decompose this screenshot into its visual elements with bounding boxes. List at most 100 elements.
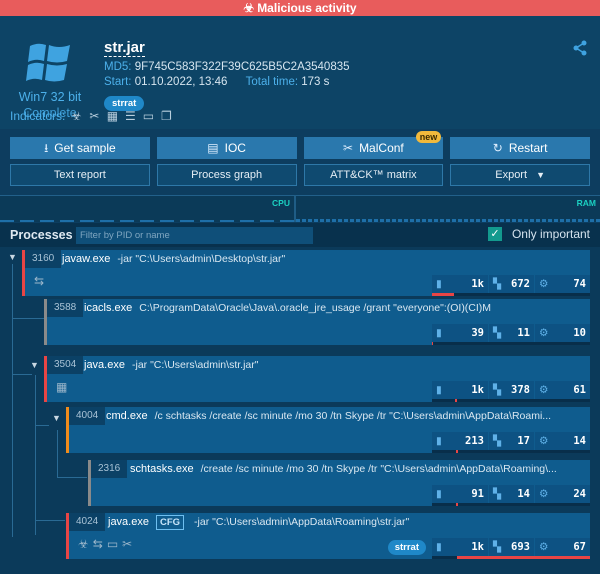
process-filter-input[interactable] <box>76 226 313 244</box>
process-indicators: ▦ <box>56 380 67 394</box>
cfg-badge[interactable]: CFG <box>155 515 185 530</box>
tree-connector <box>35 520 65 521</box>
process-args: -jar "C:\Users\admin\AppData\Roaming\str… <box>194 516 410 528</box>
meter-fill <box>432 342 433 345</box>
windows-stack-icon[interactable]: ❐ <box>159 109 173 123</box>
gears-icon: ⚙ <box>539 435 549 447</box>
checkbox-checked-icon[interactable]: ✓ <box>487 227 502 241</box>
get-sample-button[interactable]: ⭳ Get sample <box>10 137 150 159</box>
modules-count: 14 <box>573 435 586 447</box>
modules-stat[interactable]: ⚙ 14 <box>535 432 590 450</box>
file-icon: ▮ <box>436 435 442 447</box>
file-icon: ▮ <box>436 327 442 339</box>
expand-caret-icon[interactable]: ▼ <box>8 252 17 262</box>
malware-tag[interactable]: strrat <box>387 540 426 555</box>
restart-label: Restart <box>508 141 548 155</box>
list-box-icon: ▤ <box>207 141 219 155</box>
registry-stat[interactable]: ▚ 11 <box>489 324 534 342</box>
only-important-toggle[interactable]: ✓ Only important <box>487 227 590 241</box>
export-button[interactable]: Export ▼ <box>450 164 590 186</box>
fire-list-icon[interactable]: ☰ <box>123 109 137 123</box>
activity-meter <box>432 399 590 402</box>
ioc-button[interactable]: ▤ IOC <box>156 137 297 159</box>
process-row[interactable]: 2316 schtasks.exe/create /sc minute /mo … <box>88 460 590 506</box>
gears-icon: ⚙ <box>539 541 549 553</box>
files-count: 39 <box>471 327 484 339</box>
modules-stat[interactable]: ⚙ 24 <box>535 485 590 503</box>
files-stat[interactable]: ▮ 91 <box>432 485 488 503</box>
expand-caret-icon[interactable]: ▼ <box>30 360 39 370</box>
network-grid-icon[interactable]: ▦ <box>105 109 119 123</box>
attck-matrix-button[interactable]: ATT&CK™ matrix <box>303 164 444 186</box>
process-pid: 3160 <box>25 250 62 268</box>
process-args: /c schtasks /create /sc minute /mo 30 /t… <box>154 410 552 422</box>
process-row[interactable]: 3504 java.exe -jar "C:\Users\admin\str.ja… <box>44 356 590 402</box>
process-name: java.exe <box>108 516 149 528</box>
process-pid: 4004 <box>69 407 106 425</box>
files-stat[interactable]: ▮ 1k <box>432 538 488 556</box>
files-count: 91 <box>471 488 484 500</box>
process-name: java.exe <box>84 359 125 371</box>
process-name: schtasks.exe <box>130 463 194 475</box>
expand-caret-icon[interactable]: ▼ <box>52 413 61 423</box>
registry-stat[interactable]: ▚ 693 <box>489 538 534 556</box>
process-row[interactable]: 3160 javaw.exe -jar "C:\Users\admin\Deskt… <box>22 250 590 296</box>
registry-stat[interactable]: ▚ 14 <box>489 485 534 503</box>
start-label: Start: <box>104 76 132 88</box>
biohazard-icon[interactable]: ☣ <box>78 537 89 551</box>
files-stat[interactable]: ▮ 1k <box>432 275 488 293</box>
process-name: cmd.exe <box>106 410 148 422</box>
indicators-row: Indicators: ☣ ✂ ▦ ☰ ▭ ❐ <box>10 109 173 123</box>
process-row[interactable]: 3588 icacls.exe C:\ProgramData\Oracle\Jav… <box>44 299 590 345</box>
exe-drop-icon[interactable]: ▭ <box>107 537 118 551</box>
gears-icon: ⚙ <box>539 384 549 396</box>
chevron-down-icon: ▼ <box>536 170 546 180</box>
meter-fill <box>455 399 457 402</box>
modules-stat[interactable]: ⚙ 74 <box>535 275 590 293</box>
registry-stat[interactable]: ▚ 378 <box>489 381 534 399</box>
files-stat[interactable]: ▮ 39 <box>432 324 488 342</box>
cpu-label: CPU <box>272 198 290 208</box>
tools-icon[interactable]: ✂ <box>87 109 101 123</box>
process-args: -jar "C:\Users\admin\str.jar" <box>131 359 259 371</box>
process-cmdline: java.exe CFG -jar "C:\Users\admin\AppData\… <box>108 513 409 531</box>
process-stats: ▮ 39 ▚ 11 ⚙ 10 <box>432 324 590 345</box>
process-cmdline: cmd.exe/c schtasks /create /sc minute /m… <box>106 407 551 425</box>
processes-toolbar: Processes ✓ Only important <box>0 223 600 247</box>
modules-stat[interactable]: ⚙ 67 <box>535 538 590 556</box>
malconf-button[interactable]: ✂ MalConf new <box>303 131 444 159</box>
files-stat[interactable]: ▮ 213 <box>432 432 488 450</box>
verdict-label: Malicious activity <box>257 1 357 15</box>
process-name: javaw.exe <box>62 253 111 265</box>
ram-label: RAM <box>576 198 596 208</box>
file-name[interactable]: str.jar <box>104 40 145 57</box>
arrows-exchange-icon[interactable]: ⇆ <box>34 274 44 288</box>
registry-stat[interactable]: ▚ 672 <box>489 275 534 293</box>
process-row[interactable]: 4024 java.exe CFG -jar "C:\Users\admin\App… <box>66 513 590 559</box>
start-value: 01.10.2022, 13:46 <box>134 76 228 88</box>
process-graph-button[interactable]: Process graph <box>156 164 297 186</box>
registry-stat[interactable]: ▚ 17 <box>489 432 534 450</box>
biohazard-icon[interactable]: ☣ <box>69 109 83 123</box>
tree-connector <box>12 264 13 537</box>
restart-button[interactable]: ↻ Restart <box>450 137 590 159</box>
process-row[interactable]: 4004 cmd.exe/c schtasks /create /sc minu… <box>66 407 590 453</box>
start-row: Start: 01.10.2022, 13:46 Total time: 173… <box>104 76 329 88</box>
modules-stat[interactable]: ⚙ 10 <box>535 324 590 342</box>
text-report-button[interactable]: Text report <box>10 164 150 186</box>
exe-drop-icon[interactable]: ▭ <box>141 109 155 123</box>
process-stats: ▮ 1k ▚ 378 ⚙ 61 <box>432 381 590 402</box>
registry-count: 378 <box>511 384 530 396</box>
network-grid-icon[interactable]: ▦ <box>56 380 67 394</box>
files-count: 213 <box>465 435 484 447</box>
arrows-exchange-icon[interactable]: ⇆ <box>93 537 103 551</box>
files-stat[interactable]: ▮ 1k <box>432 381 488 399</box>
share-icon[interactable] <box>572 40 588 56</box>
tools-icon[interactable]: ✂ <box>122 537 132 551</box>
ram-line <box>296 219 600 222</box>
modules-count: 61 <box>573 384 586 396</box>
modules-count: 74 <box>573 278 586 290</box>
process-stats: ▮ 91 ▚ 14 ⚙ 24 <box>432 485 590 506</box>
process-pid: 3504 <box>47 356 84 374</box>
modules-stat[interactable]: ⚙ 61 <box>535 381 590 399</box>
